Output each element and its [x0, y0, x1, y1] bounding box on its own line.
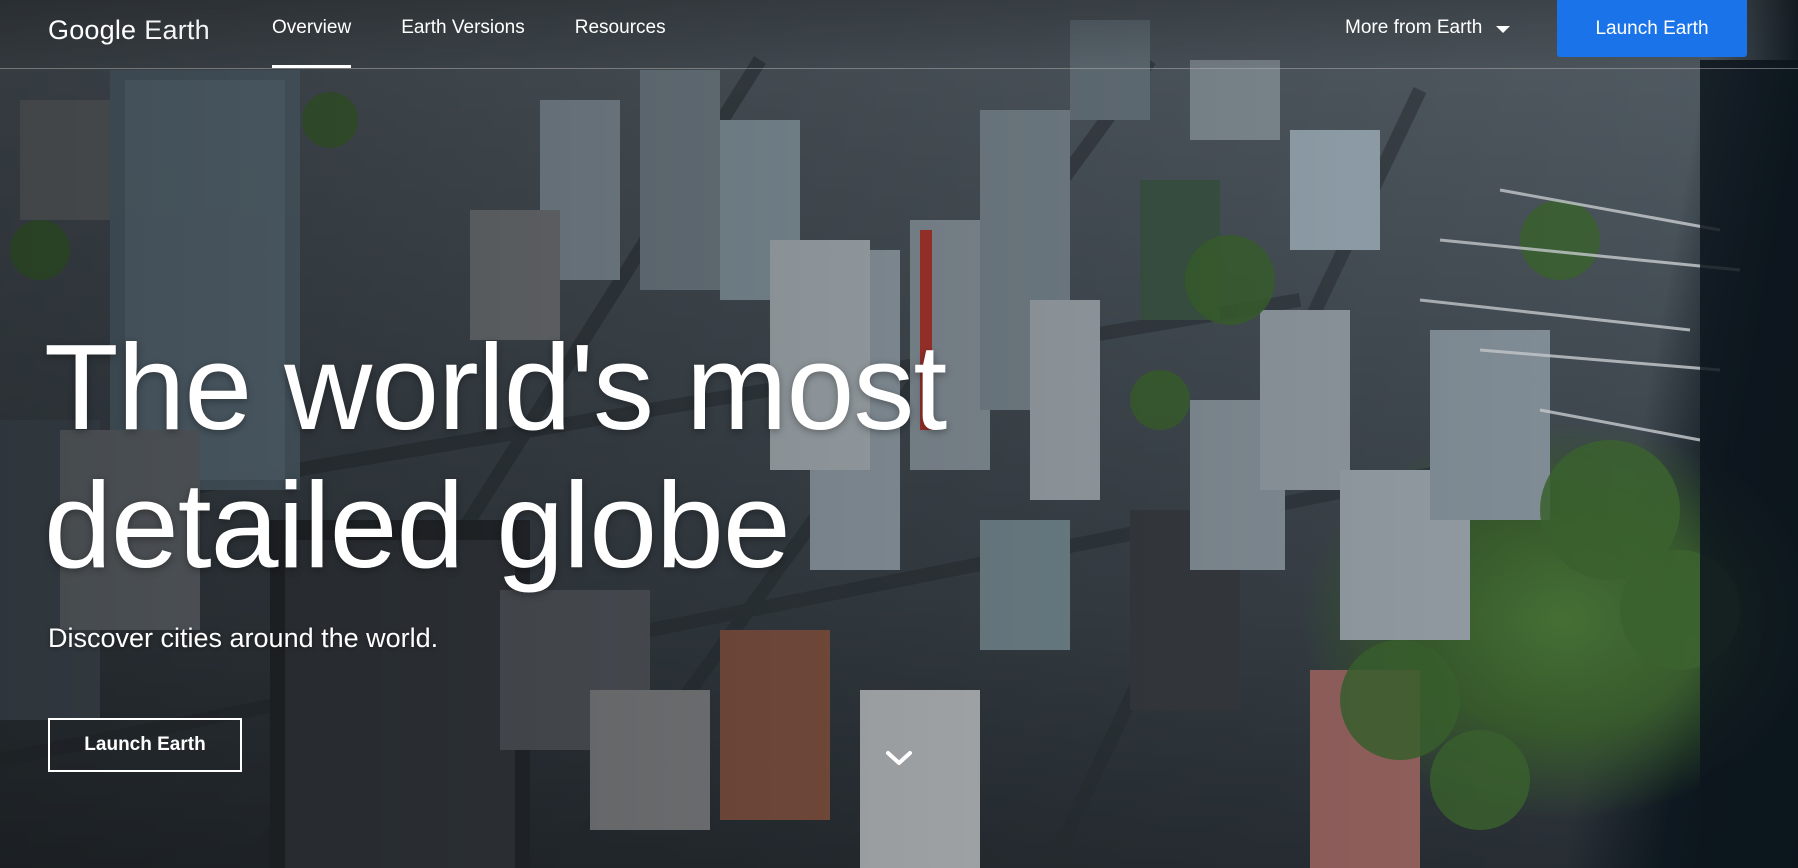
- hero-section: Google Earth Overview Earth Versions Res…: [0, 0, 1798, 868]
- tab-earth-versions[interactable]: Earth Versions: [401, 0, 525, 68]
- nav-tabs: Overview Earth Versions Resources: [272, 0, 716, 68]
- hero-headline: The world's most detailed globe: [44, 318, 1044, 594]
- launch-earth-hero-button[interactable]: Launch Earth: [48, 718, 242, 772]
- launch-earth-header-button[interactable]: Launch Earth: [1557, 0, 1747, 57]
- google-earth-logo[interactable]: Google Earth: [48, 10, 210, 50]
- top-navigation: Google Earth Overview Earth Versions Res…: [0, 0, 1798, 69]
- caret-down-icon: [1496, 25, 1511, 33]
- more-from-earth-label: More from Earth: [1345, 17, 1483, 38]
- scroll-down-button[interactable]: [882, 745, 916, 771]
- tab-overview[interactable]: Overview: [272, 0, 352, 68]
- headline-line-1: The world's most: [44, 319, 947, 455]
- more-from-earth-dropdown[interactable]: More from Earth: [1345, 0, 1511, 56]
- hero-subheading: Discover cities around the world.: [48, 623, 439, 653]
- headline-line-2: detailed globe: [44, 457, 791, 593]
- logo-earth-text: Earth: [144, 14, 210, 45]
- chevron-down-icon: [886, 751, 912, 765]
- tab-resources[interactable]: Resources: [575, 0, 666, 68]
- logo-google-text: Google: [48, 14, 137, 45]
